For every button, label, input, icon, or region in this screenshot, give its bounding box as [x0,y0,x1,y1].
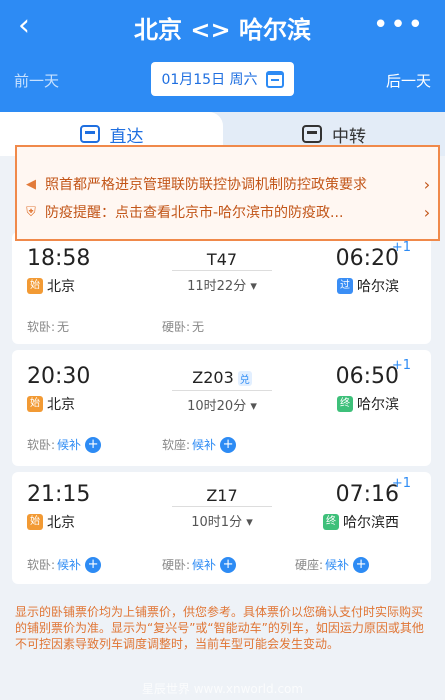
to-station-label: 哈尔滨 [357,397,399,413]
pass-badge: 过 [337,278,353,294]
shield-icon: ⛨ [26,204,36,220]
exchange-badge: 兑 [237,371,252,386]
seat-name: 硬卧: [162,320,191,334]
seat-name: 硬卧: [162,558,191,572]
end-badge: 终 [323,514,339,530]
prev-day-button[interactable]: 前一天 [14,70,59,91]
seat-name: 软座: [162,438,191,452]
seat-hard-sleeper[interactable]: 硬卧: 候补 + [162,556,237,573]
plus-circle-icon[interactable]: + [85,556,102,573]
to-station: 过 哈尔滨 [337,276,399,296]
seat-soft-sleeper[interactable]: 软卧: 候补 + [27,556,102,573]
day-plus-badge: +1 [391,358,411,373]
seat-hard-sleeper: 硬卧: 无 [162,318,204,335]
from-station-label: 北京 [47,279,75,295]
train-card-z203[interactable]: 20:30 Z203 兑 10时20分 ▾ 06:50 +1 始 北京 终 哈尔滨… [12,350,431,466]
seat-hard-seat[interactable]: 硬座: 候补 + [295,556,370,573]
duration-label: 11时22分 [187,279,247,294]
waitlist-label: 候补 [192,438,217,452]
chevron-right-icon: › [423,202,431,222]
arrival-time: 07:16 [335,482,399,507]
transfer-icon [302,125,322,143]
plus-circle-icon[interactable]: + [353,556,370,573]
waitlist-label: 候补 [192,558,217,572]
seat-soft-sleeper: 软卧: 无 [27,318,69,335]
waitlist-label: 候补 [57,438,82,452]
train-number-label: Z17 [206,486,238,505]
notice-policy-text: 照首都严格进京管理联防联控协调机制防控政策要求 [45,177,367,193]
seat-soft-seat[interactable]: 软座: 候补 + [162,436,237,453]
tab-transfer-label: 中转 [332,126,366,147]
seat-name: 软卧: [27,558,56,572]
train-number-label: T47 [206,250,238,269]
watermark: 星辰世界 www.xnworld.com [141,682,304,696]
waitlist-label: 候补 [325,558,350,572]
notice-epidemic[interactable]: ⛨ 防疫提醒：点击查看北京市-哈尔滨市的防疫政... › [17,197,438,227]
from-station: 始 北京 [27,394,75,414]
to-station-label: 哈尔滨西 [343,515,399,531]
end-badge: 终 [337,396,353,412]
train-number: Z203 兑 [172,368,272,387]
price-disclaimer: 显示的卧铺票价均为上铺票价，供您参考。具体票价以您确认支付时实际购买的铺别票价为… [15,605,424,651]
train-number: Z17 [172,486,272,505]
notice-epidemic-text: 防疫提醒：点击查看北京市-哈尔滨市的防疫政... [45,205,344,221]
seat-name: 软卧: [27,438,56,452]
chevron-right-icon: › [423,174,431,194]
from-station: 始 北京 [27,276,75,296]
day-plus-badge: +1 [391,476,411,491]
duration: 10时20分 ▾ [172,390,272,414]
tab-direct-label: 直达 [109,126,144,147]
to-station-label: 哈尔滨 [357,279,399,295]
start-badge: 始 [27,514,43,530]
day-plus-badge: +1 [391,240,411,255]
next-day-button[interactable]: 后一天 [386,70,431,91]
duration: 11时22分 ▾ [172,270,272,294]
from-station-label: 北京 [47,515,75,531]
train-number: T47 [172,250,272,269]
app-header: ‹ 北京 <> 哈尔滨 ••• 前一天 01月15日 周六 后一天 [0,0,445,112]
plus-circle-icon[interactable]: + [220,436,237,453]
bus-icon [79,125,100,143]
departure-time: 18:58 [27,246,91,271]
train-card-t47[interactable]: 18:58 T47 11时22分 ▾ 06:20 +1 始 北京 过 哈尔滨 软… [12,232,431,344]
seat-soft-sleeper[interactable]: 软卧: 候补 + [27,436,102,453]
speaker-icon: ◀ [26,176,36,192]
train-card-z17[interactable]: 21:15 Z17 10时1分 ▾ 07:16 +1 始 北京 终 哈尔滨西 软… [12,472,431,584]
from-station-label: 北京 [47,397,75,413]
duration-label: 10时20分 [187,399,247,414]
plus-circle-icon[interactable]: + [220,556,237,573]
start-badge: 始 [27,278,43,294]
seat-name: 软卧: [27,320,56,334]
notice-panel: ◀ 照首都严格进京管理联防联控协调机制防控政策要求 › ⛨ 防疫提醒：点击查看北… [15,145,440,241]
seat-status: 无 [57,320,70,334]
arrival-time: 06:50 [335,364,399,389]
date-label: 01月15日 周六 [161,72,258,88]
calendar-icon [265,70,284,88]
waitlist-label: 候补 [57,558,82,572]
to-station: 终 哈尔滨西 [323,512,399,532]
start-badge: 始 [27,396,43,412]
more-options-icon[interactable]: ••• [373,10,425,40]
plus-circle-icon[interactable]: + [85,436,102,453]
arrival-time: 06:20 [335,246,399,271]
train-number-label: Z203 [192,368,234,387]
seat-name: 硬座: [295,558,324,572]
notice-policy[interactable]: ◀ 照首都严格进京管理联防联控协调机制防控政策要求 › [17,169,438,199]
from-station: 始 北京 [27,512,75,532]
duration: 10时1分 ▾ [172,506,272,530]
date-selector[interactable]: 01月15日 周六 [151,62,294,96]
seat-status: 无 [192,320,205,334]
to-station: 终 哈尔滨 [337,394,399,414]
duration-label: 10时1分 [191,515,243,530]
departure-time: 21:15 [27,482,91,507]
departure-time: 20:30 [27,364,91,389]
